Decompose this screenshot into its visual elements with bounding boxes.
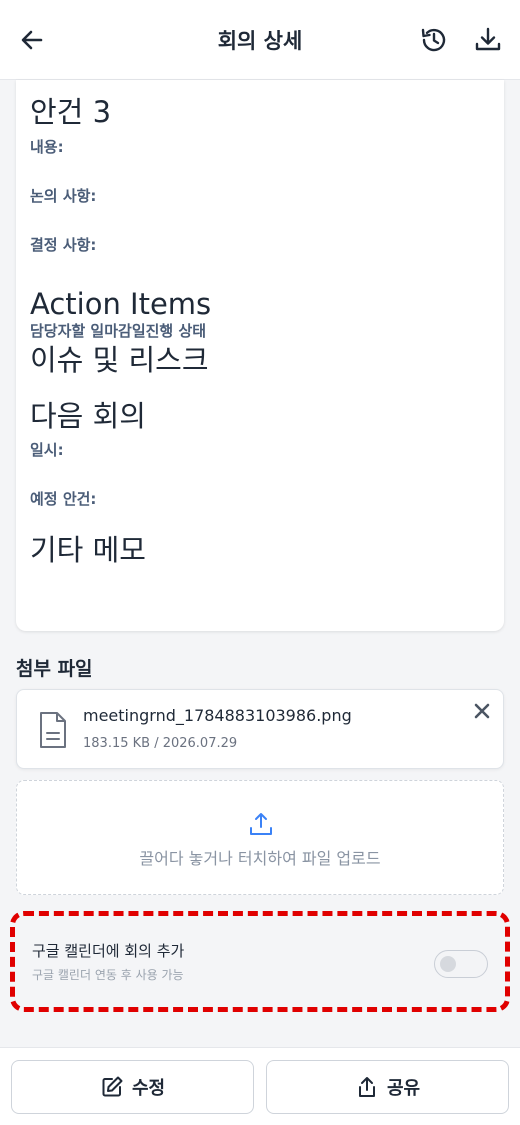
action-items-heading: Action Items	[30, 287, 212, 321]
upload-icon	[248, 811, 274, 837]
file-meta: 183.15 KB / 2026.07.29	[83, 736, 238, 751]
next-meeting-heading: 다음 회의	[30, 399, 146, 433]
action-items-columns: 담당자할 일마감일진행 상태	[30, 322, 207, 340]
remove-attachment-button[interactable]	[471, 700, 493, 722]
agenda-3-heading: 안건 3	[30, 95, 112, 129]
google-calendar-subtitle: 구글 캘린더 연동 후 사용 가능	[32, 968, 184, 982]
file-name: meetingrnd_1784883103986.png	[83, 706, 352, 725]
upload-instruction: 끌어다 놓거나 터치하여 파일 업로드	[139, 849, 381, 868]
share-icon	[358, 1077, 375, 1097]
toggle-knob	[440, 956, 456, 972]
discussion-label: 논의 사항:	[30, 187, 97, 205]
history-icon	[421, 28, 446, 52]
issues-heading: 이슈 및 리스크	[30, 343, 209, 377]
bottom-action-bar: 수정 공유	[0, 1047, 520, 1125]
content-label: 내용:	[30, 138, 64, 156]
share-button[interactable]: 공유	[266, 1060, 509, 1114]
download-icon	[475, 27, 501, 51]
history-button[interactable]	[418, 24, 450, 56]
datetime-label: 일시:	[30, 441, 64, 459]
decision-label: 결정 사항:	[30, 236, 97, 254]
file-icon	[37, 710, 69, 750]
page-title: 회의 상세	[217, 28, 303, 53]
google-calendar-option: 구글 캘린더에 회의 추가 구글 캘린더 연동 후 사용 가능	[10, 911, 510, 1012]
pencil-icon	[102, 1076, 123, 1097]
share-button-label: 공유	[386, 1078, 421, 1099]
planned-agenda-label: 예정 안건:	[30, 490, 97, 508]
attachment-item[interactable]: meetingrnd_1784883103986.png 183.15 KB /…	[16, 689, 504, 769]
meeting-content-card: 안건 3 내용: 논의 사항: 결정 사항: Action Items 담당자할…	[16, 80, 504, 631]
attachments-title: 첨부 파일	[16, 658, 93, 680]
edit-button[interactable]: 수정	[11, 1060, 254, 1114]
back-button[interactable]	[16, 24, 48, 56]
google-calendar-toggle[interactable]	[434, 950, 488, 978]
google-calendar-title: 구글 캘린더에 회의 추가	[32, 942, 185, 960]
download-button[interactable]	[472, 24, 504, 56]
close-icon	[474, 703, 490, 719]
arrow-left-icon	[21, 30, 43, 50]
memo-heading: 기타 메모	[30, 533, 146, 567]
file-upload-dropzone[interactable]: 끌어다 놓거나 터치하여 파일 업로드	[16, 780, 504, 895]
app-header: 회의 상세	[0, 0, 520, 80]
edit-button-label: 수정	[131, 1078, 166, 1099]
